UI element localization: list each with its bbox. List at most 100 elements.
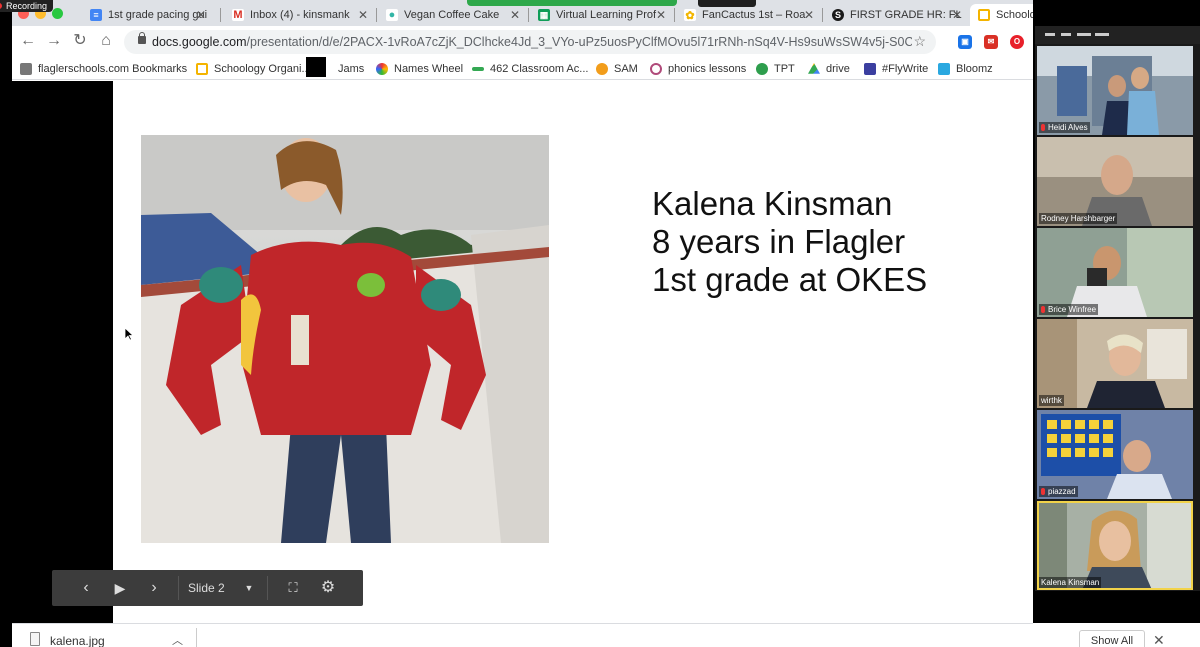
tab-label: Inbox (4) - kinsmank xyxy=(250,9,350,21)
bookmark-label: SAM xyxy=(614,63,638,75)
file-icon xyxy=(30,632,40,646)
bookmark-label: Bloomz xyxy=(956,63,993,75)
close-icon[interactable]: ✕ xyxy=(656,8,666,22)
bookmark-label: Jams xyxy=(338,63,365,75)
close-icon[interactable]: ✕ xyxy=(510,8,520,22)
fullscreen-icon[interactable]: ⛶ xyxy=(282,570,304,606)
close-icon[interactable]: ✕ xyxy=(804,8,814,22)
tab-first-grade-hr[interactable]: S FIRST GRADE HR: FL ✕ xyxy=(824,4,968,26)
home-icon[interactable]: ⌂ xyxy=(96,31,116,51)
bookmark-sam[interactable]: SAM xyxy=(596,61,638,77)
previous-slide-icon[interactable]: ‹ xyxy=(74,570,98,606)
bookmark-drive[interactable]: drive xyxy=(808,61,850,77)
close-icon[interactable]: ✕ xyxy=(196,8,206,22)
slide-years: 8 years in Flagler xyxy=(652,223,906,260)
sheets-icon: ▦ xyxy=(538,9,550,21)
tab-vegan-coffee-cake[interactable]: ● Vegan Coffee Cake ✕ xyxy=(378,4,526,26)
bookmark-label: #FlyWrite xyxy=(882,63,929,75)
sam-icon xyxy=(596,63,608,75)
phonics-icon xyxy=(650,63,662,75)
cactus-icon: ✿ xyxy=(684,9,696,22)
classroom-icon xyxy=(472,67,484,71)
drive-icon xyxy=(808,63,820,74)
chevron-up-icon[interactable]: ︿ xyxy=(172,632,183,647)
tab-virtual-learning[interactable]: ▦ Virtual Learning Prof ✕ xyxy=(530,4,672,26)
gear-icon[interactable]: ⚙ xyxy=(316,570,340,606)
participant-tile[interactable]: wirthk xyxy=(1037,319,1193,408)
bookmark-label: 462 Classroom Ac... xyxy=(490,63,589,75)
tab-pacing-guide[interactable]: ≡ 1st grade pacing gui ✕ xyxy=(82,4,212,26)
lock-icon xyxy=(138,32,146,44)
site-icon: ● xyxy=(386,9,398,21)
teacher-photo-image xyxy=(141,135,549,543)
bookmarks-bar: flaglerschools.com Bookmarks Schoology O… xyxy=(12,57,1033,80)
tab-label: FanCactus 1st – Roa xyxy=(702,9,806,21)
bookmark-462-classroom[interactable]: 462 Classroom Ac... xyxy=(472,61,588,77)
bookmark-label: drive xyxy=(826,63,850,75)
play-icon[interactable]: ▶ xyxy=(108,570,132,606)
bookmark-schoology[interactable]: Schoology Organi... xyxy=(196,61,311,77)
close-icon[interactable]: ✕ xyxy=(952,8,962,22)
folder-icon xyxy=(20,63,32,75)
bookmark-flaglerschools[interactable]: flaglerschools.com Bookmarks xyxy=(20,61,187,77)
browser-toolbar: ← → ↻ ⌂ docs.google.com/presentation/d/e… xyxy=(12,26,1033,58)
maximize-window-button[interactable] xyxy=(52,8,63,19)
slide: Kalena Kinsman 8 years in Flagler 1st gr… xyxy=(113,81,1033,624)
tab-label: FIRST GRADE HR: FL xyxy=(850,9,962,21)
tab-inbox[interactable]: M Inbox (4) - kinsmank ✕ xyxy=(224,4,374,26)
participant-tile[interactable]: Brice Winfree xyxy=(1037,228,1193,317)
participant-name: Brice Winfree xyxy=(1039,304,1099,315)
show-all-button[interactable]: Show All xyxy=(1079,630,1145,647)
participant-tile-active[interactable]: Kalena Kinsman xyxy=(1037,501,1193,590)
participant-tile[interactable]: Rodney Harshbarger xyxy=(1037,137,1193,226)
forward-arrow-icon[interactable]: → xyxy=(44,31,64,51)
participant-tile[interactable]: Heidi Alves xyxy=(1037,46,1193,135)
close-icon[interactable]: ✕ xyxy=(1153,632,1165,647)
next-slide-icon[interactable]: › xyxy=(142,570,166,606)
tpt-icon xyxy=(756,63,768,75)
tab-label: Vegan Coffee Cake xyxy=(404,9,500,21)
bookmark-label: phonics lessons xyxy=(668,63,747,75)
bookmark-phonics-lessons[interactable]: phonics lessons xyxy=(650,61,746,77)
muted-mic-icon xyxy=(1041,488,1045,495)
tab-label: Virtual Learning Prof xyxy=(556,9,657,21)
extension-meet-icon[interactable]: ▣ xyxy=(958,35,972,49)
participant-name: wirthk xyxy=(1039,395,1064,406)
presentation-controls: ‹ ▶ › Slide 2 ▼ ⛶ ⚙ xyxy=(52,570,363,606)
download-file-name[interactable]: kalena.jpg xyxy=(50,634,105,647)
bookmark-jams[interactable]: Jams xyxy=(306,57,365,77)
url-domain: docs.google.com xyxy=(152,35,247,49)
teacher-photo xyxy=(141,135,549,543)
close-icon[interactable]: ✕ xyxy=(358,8,368,22)
participant-tile[interactable]: piazzad xyxy=(1037,410,1193,499)
mouse-cursor-icon xyxy=(124,327,134,341)
schoology-icon: S xyxy=(832,9,844,21)
chevron-down-icon[interactable]: ▼ xyxy=(242,570,256,606)
bookmark-star-icon[interactable]: ☆ xyxy=(913,33,926,50)
bookmark-flywrite[interactable]: #FlyWrite xyxy=(864,61,928,77)
participant-name: piazzad xyxy=(1039,486,1078,497)
url-path: /presentation/d/e/2PACX-1vRoA7cZjK_DClhc… xyxy=(246,35,912,49)
tab-fancactus[interactable]: ✿ FanCactus 1st – Roa ✕ xyxy=(676,4,820,26)
bookmark-tpt[interactable]: TPT xyxy=(756,61,795,77)
extension-mail-icon[interactable]: ✉ xyxy=(984,35,998,49)
bookmark-names-wheel[interactable]: Names Wheel xyxy=(376,61,463,77)
bookmark-bloomz[interactable]: Bloomz xyxy=(938,61,993,77)
participant-name: Heidi Alves xyxy=(1039,122,1090,133)
bookmark-label: Names Wheel xyxy=(394,63,464,75)
reload-icon[interactable]: ↻ xyxy=(70,31,90,51)
tab-strip: ≡ 1st grade pacing gui ✕ M Inbox (4) - k… xyxy=(12,0,1033,26)
bookmark-label: TPT xyxy=(774,63,795,75)
back-arrow-icon[interactable]: ← xyxy=(18,31,38,51)
wheel-icon xyxy=(376,63,388,75)
tab-label: Schoology Organizat xyxy=(996,9,1033,21)
url-text[interactable]: docs.google.com/presentation/d/e/2PACX-1… xyxy=(152,30,912,54)
gmail-icon: M xyxy=(232,9,244,21)
slide-name: Kalena Kinsman xyxy=(652,185,893,222)
docs-icon: ≡ xyxy=(90,9,102,21)
tab-schoology-organizat[interactable]: Schoology Organizat ✕ xyxy=(970,4,1033,26)
screen: ≡ 1st grade pacing gui ✕ M Inbox (4) - k… xyxy=(0,0,1200,647)
extension-opera-icon[interactable]: O xyxy=(1010,35,1024,49)
bloomz-icon xyxy=(938,63,950,75)
address-bar[interactable]: docs.google.com/presentation/d/e/2PACX-1… xyxy=(124,30,936,54)
